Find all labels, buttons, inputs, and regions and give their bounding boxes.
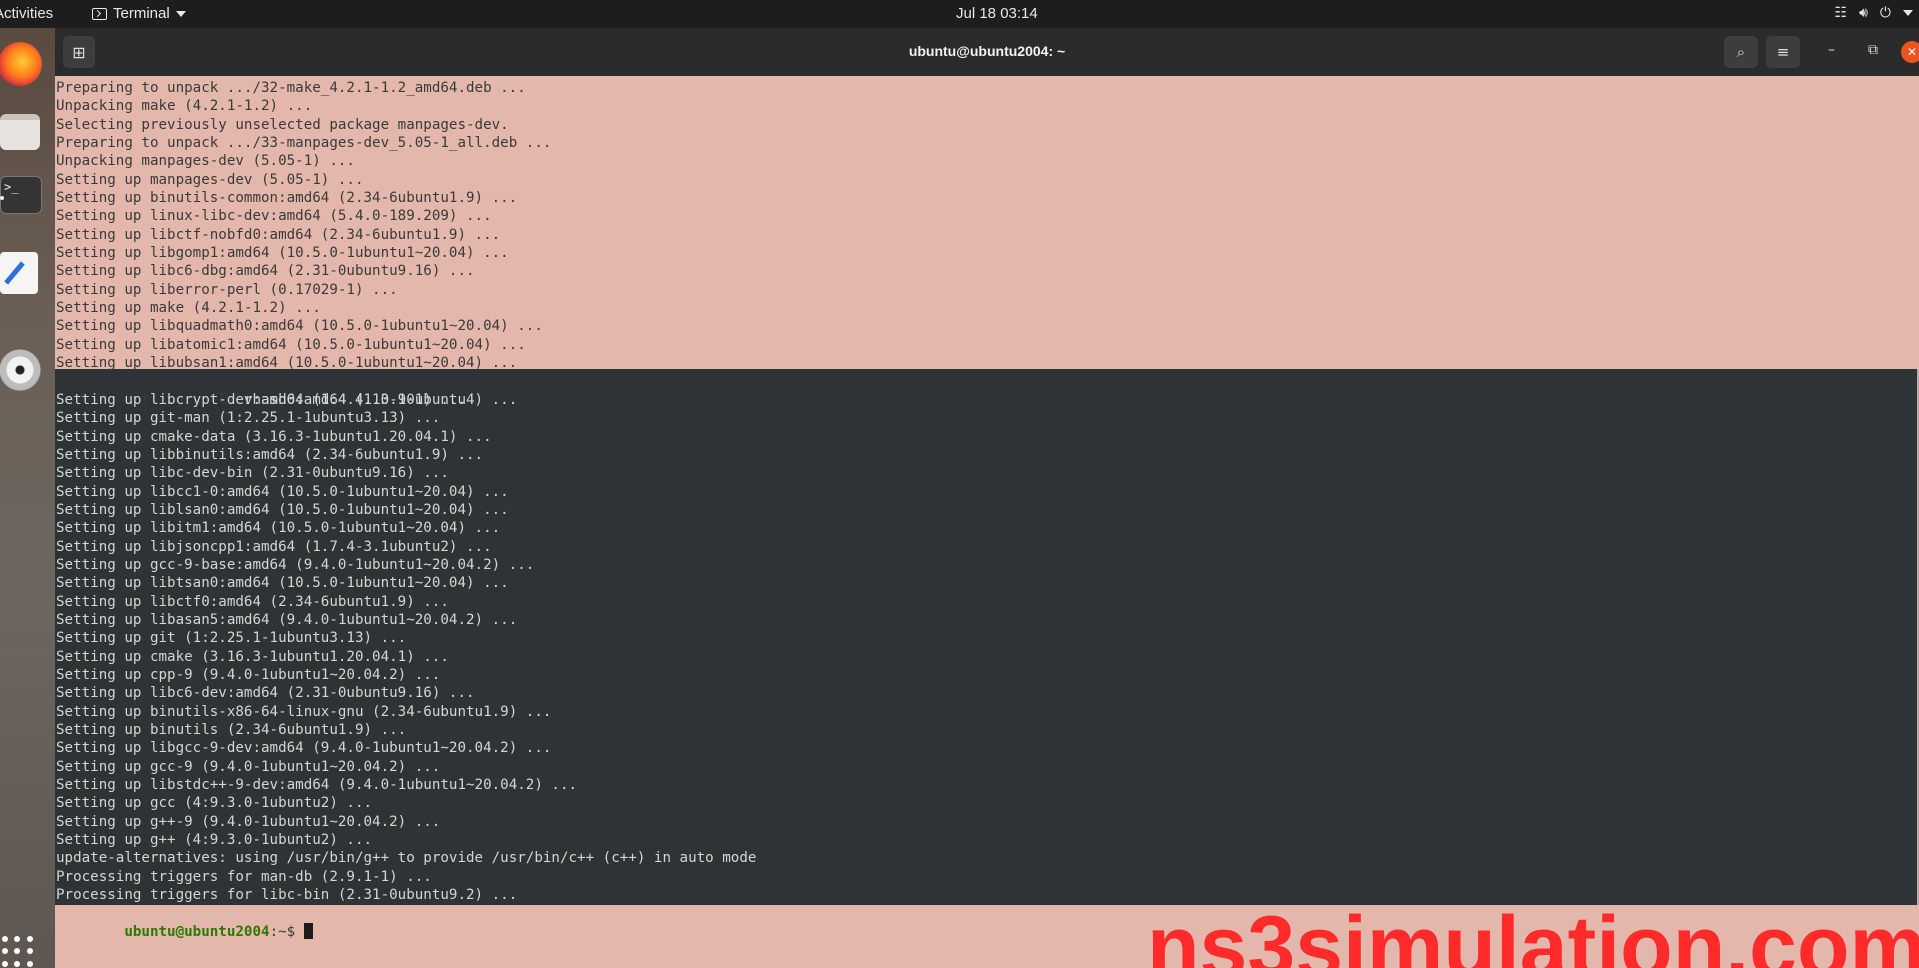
window-title: ubuntu@ubuntu2004: ~ bbox=[908, 43, 1066, 59]
terminal-line: Setting up libitm1:amd64 (10.5.0-1ubuntu… bbox=[56, 520, 501, 537]
terminal-line: update-alternatives: using /usr/bin/g++ … bbox=[56, 850, 757, 867]
search-button[interactable]: ⌕ bbox=[1724, 36, 1758, 68]
terminal-line: Setting up binutils-x86-64-linux-gnu (2.… bbox=[56, 703, 552, 720]
terminal-icon bbox=[92, 7, 107, 20]
terminal-line: Setting up librhash0:amd64 (1.3.9-1) ... bbox=[56, 373, 756, 408]
terminal-line: Setting up libcrypt-dev:amd64 (1:4.4.10-… bbox=[56, 391, 518, 408]
chevron-down-icon bbox=[1903, 10, 1913, 16]
firefox-icon[interactable] bbox=[0, 42, 42, 86]
terminal-line: Setting up libstdc++-9-dev:amd64 (9.4.0-… bbox=[56, 777, 578, 794]
prompt-path: :~$ bbox=[269, 923, 304, 940]
terminal-line: Setting up git-man (1:2.25.1-1ubuntu3.13… bbox=[56, 410, 441, 427]
terminal-lines: Preparing to unpack .../32-make_4.2.1-1.… bbox=[56, 79, 757, 940]
close-icon: ✕ bbox=[1906, 45, 1918, 59]
terminal-line: Setting up libctf0:amd64 (2.34-6ubuntu1.… bbox=[56, 593, 449, 610]
terminal-line: Setting up libasan5:amd64 (9.4.0-1ubuntu… bbox=[56, 611, 518, 628]
terminal-output[interactable]: Preparing to unpack .../32-make_4.2.1-1.… bbox=[55, 76, 1919, 968]
terminal-line: Unpacking make (4.2.1-1.2) ... bbox=[56, 98, 313, 115]
terminal-line: Setting up manpages-dev (5.05-1) ... bbox=[56, 171, 364, 188]
close-button[interactable]: ✕ bbox=[1901, 41, 1919, 63]
terminal-line: Setting up cmake-data (3.16.3-1ubuntu1.2… bbox=[56, 428, 492, 445]
activities-button[interactable]: Activities bbox=[0, 5, 53, 22]
terminal-line: Unpacking manpages-dev (5.05-1) ... bbox=[56, 153, 355, 170]
terminal-line: Setting up cpp-9 (9.4.0-1ubuntu1~20.04.2… bbox=[56, 667, 441, 683]
watermark: ns3simulation.com bbox=[1147, 899, 1919, 968]
terminal-line: Processing triggers for man-db (2.9.1-1)… bbox=[56, 868, 432, 885]
terminal-line: Setting up g++-9 (9.4.0-1ubuntu1~20.04.2… bbox=[56, 813, 441, 830]
prompt-line[interactable]: ubuntu@ubuntu2004:~$ bbox=[56, 904, 756, 940]
minimize-button[interactable]: – bbox=[1828, 42, 1835, 58]
terminal-line: Setting up gcc-9 (9.4.0-1ubuntu1~20.04.2… bbox=[56, 758, 441, 775]
terminal-line: Setting up libubsan1:amd64 (10.5.0-1ubun… bbox=[56, 355, 518, 372]
text-editor-icon[interactable] bbox=[0, 252, 38, 294]
disc-icon[interactable] bbox=[0, 348, 42, 392]
terminal-line: Setting up git (1:2.25.1-1ubuntu3.13) ..… bbox=[56, 630, 407, 647]
show-applications-icon[interactable] bbox=[2, 936, 34, 968]
terminal-line: Setting up libcc1-0:amd64 (10.5.0-1ubunt… bbox=[56, 483, 509, 500]
terminal-line: Setting up binutils-common:amd64 (2.34-6… bbox=[56, 190, 518, 207]
app-menu-label: Terminal bbox=[113, 5, 170, 22]
terminal-dock-icon[interactable]: >_ bbox=[0, 176, 42, 214]
terminal-line: Setting up make (4.2.1-1.2) ... bbox=[56, 300, 321, 317]
app-menu[interactable]: Terminal bbox=[92, 5, 186, 22]
terminal-line: Setting up libc-dev-bin (2.31-0ubuntu9.1… bbox=[56, 465, 449, 482]
power-icon: ⏻ bbox=[1879, 5, 1891, 21]
system-tray[interactable]: ☷ 🔊︎ ⏻ bbox=[1835, 5, 1913, 21]
dock: >_ bbox=[0, 28, 55, 968]
terminal-line: Setting up libquadmath0:amd64 (10.5.0-1u… bbox=[56, 318, 543, 335]
terminal-line: Setting up libatomic1:amd64 (10.5.0-1ubu… bbox=[56, 336, 526, 353]
header-bar: ⊞ ubuntu@ubuntu2004: ~ ⌕ ≡ – ⧉ ✕ bbox=[55, 28, 1919, 76]
menu-button[interactable]: ≡ bbox=[1766, 36, 1800, 68]
terminal-window: ⊞ ubuntu@ubuntu2004: ~ ⌕ ≡ – ⧉ ✕ Prepari… bbox=[55, 28, 1919, 968]
active-indicator bbox=[0, 196, 4, 200]
terminal-line: Setting up gcc (4:9.3.0-1ubuntu2) ... bbox=[56, 795, 373, 812]
text-cursor bbox=[303, 922, 313, 939]
prompt-user: ubuntu@ubuntu2004 bbox=[124, 923, 270, 940]
terminal-line: Setting up libtsan0:amd64 (10.5.0-1ubunt… bbox=[56, 575, 509, 592]
search-icon: ⌕ bbox=[1736, 43, 1746, 61]
terminal-line: Setting up libc6-dbg:amd64 (2.31-0ubuntu… bbox=[56, 263, 475, 280]
terminal-line: Setting up libctf-nobfd0:amd64 (2.34-6ub… bbox=[56, 226, 501, 243]
files-icon[interactable] bbox=[0, 114, 40, 150]
terminal-line: Setting up libjsoncpp1:amd64 (1.7.4-3.1u… bbox=[56, 538, 492, 555]
maximize-button[interactable]: ⧉ bbox=[1868, 42, 1878, 58]
terminal-line: Preparing to unpack .../32-make_4.2.1-1.… bbox=[56, 80, 526, 96]
hamburger-icon: ≡ bbox=[1776, 43, 1790, 61]
chevron-down-icon bbox=[175, 10, 186, 17]
clock[interactable]: Jul 18 03:14 bbox=[956, 5, 1038, 22]
terminal-line: Setting up g++ (4:9.3.0-1ubuntu2) ... bbox=[56, 832, 373, 849]
terminal-line: Setting up liberror-perl (0.17029-1) ... bbox=[56, 281, 398, 298]
terminal-line: Setting up cmake (3.16.3-1ubuntu1.20.04.… bbox=[56, 648, 449, 665]
terminal-line: Setting up linux-libc-dev:amd64 (5.4.0-1… bbox=[56, 208, 492, 225]
network-icon: ☷ bbox=[1834, 5, 1848, 21]
terminal-line: Setting up libbinutils:amd64 (2.34-6ubun… bbox=[56, 446, 484, 463]
terminal-line: Setting up binutils (2.34-6ubuntu1.9) ..… bbox=[56, 722, 407, 739]
terminal-line: Setting up gcc-9-base:amd64 (9.4.0-1ubun… bbox=[56, 556, 535, 573]
terminal-line: Selecting previously unselected package … bbox=[56, 116, 509, 133]
terminal-line: Preparing to unpack .../33-manpages-dev_… bbox=[56, 135, 552, 152]
terminal-line: Setting up liblsan0:amd64 (10.5.0-1ubunt… bbox=[56, 501, 509, 518]
volume-icon: 🔊︎ bbox=[1859, 5, 1868, 21]
terminal-line: Setting up libc6-dev:amd64 (2.31-0ubuntu… bbox=[56, 685, 475, 702]
terminal-line: Processing triggers for libc-bin (2.31-0… bbox=[56, 887, 518, 904]
terminal-line: Setting up libgomp1:amd64 (10.5.0-1ubunt… bbox=[56, 245, 509, 262]
terminal-line: Setting up libgcc-9-dev:amd64 (9.4.0-1ub… bbox=[56, 740, 552, 757]
top-bar: Activities Terminal Jul 18 03:14 ☷ 🔊︎ ⏻ bbox=[0, 0, 1919, 28]
